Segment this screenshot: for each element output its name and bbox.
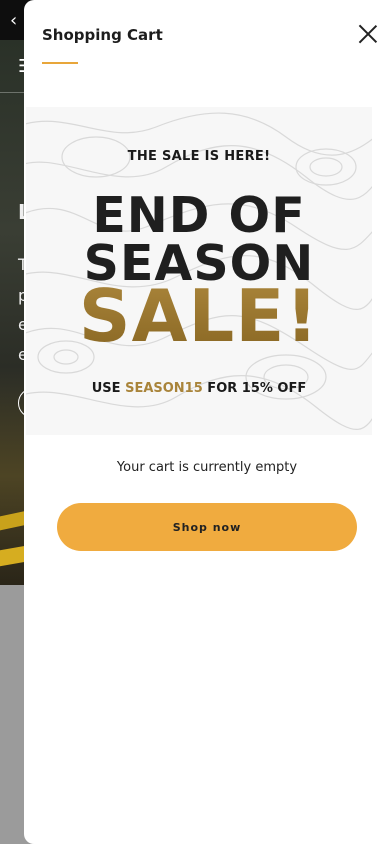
drawer-title: Shopping Cart <box>42 26 163 44</box>
back-icon[interactable]: ‹ <box>10 10 17 31</box>
shopping-cart-drawer: Shopping Cart THE SALE IS HERE! END OF S… <box>24 0 390 844</box>
close-icon[interactable] <box>356 22 380 46</box>
promo-banner[interactable]: THE SALE IS HERE! END OF SEASON SALE! US… <box>26 107 372 435</box>
promo-code: SEASON15 <box>125 381 203 396</box>
title-underline <box>42 62 78 64</box>
promo-code-prefix: USE <box>91 381 126 396</box>
promo-headline-line1: END OF <box>92 187 306 244</box>
promo-kicker: THE SALE IS HERE! <box>127 149 271 164</box>
empty-cart-message: Your cart is currently empty <box>116 460 298 475</box>
promo-code-suffix: FOR 15% OFF <box>202 381 307 396</box>
promo-sale-text: SALE! <box>26 280 372 352</box>
promo-code-line: USE SEASON15 FOR 15% OFF <box>26 381 372 396</box>
shop-now-button[interactable]: Shop now <box>57 503 357 551</box>
